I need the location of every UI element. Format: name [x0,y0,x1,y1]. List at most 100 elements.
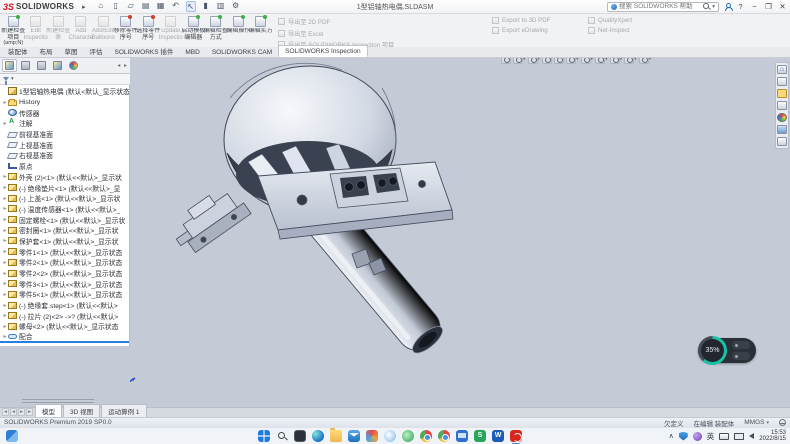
tree-item[interactable]: ▸ (-) 绝缘垫片<1> (默认<<默认>_显 [0,182,129,193]
panel-tab-scroll-arrows[interactable]: ◂ ▸ [117,62,128,69]
browser-icon[interactable] [438,430,450,442]
tree-item[interactable]: ▸ (-) 温度传感器<1> (默认<<默认>_ [0,204,129,215]
tree-item[interactable]: 上视基准面 [0,139,129,150]
word-icon[interactable]: W [492,430,504,442]
dropdown-caret-icon[interactable]: ▾ [605,58,608,62]
tree-item[interactable]: ▸ (-) 拉片 (2)<2> ->? (默认<<默认> [0,310,129,321]
view-palette-icon[interactable] [777,101,787,110]
design-library-icon[interactable] [777,77,787,86]
search-caret-icon[interactable]: ▾ [712,4,715,10]
displaymanager-tab[interactable] [66,59,81,72]
restore-button[interactable]: ❐ [764,2,773,11]
save-icon[interactable]: ▤ [141,1,151,12]
app-purple-icon[interactable] [693,432,702,441]
ribbon-button[interactable]: Update Inspection Project [160,15,183,46]
open-icon[interactable]: ▱ [126,1,136,12]
ribbon-tab[interactable]: SOLIDWORKS CAM [206,47,278,57]
propertymanager-tab[interactable] [18,59,33,72]
tree-item[interactable]: ▸ 密封圈<1> (默认<<默认>_显示状 [0,225,129,236]
percent-overlay-widget[interactable]: 35% [698,338,756,363]
tree-item[interactable]: ▸ History [0,97,129,108]
start-button[interactable] [258,430,270,442]
taskbar-clock[interactable]: 15:53 2022/8/15 [759,430,786,443]
print-icon[interactable]: ▦ [156,1,166,12]
display-style-icon[interactable] [581,58,591,64]
appearances-scenes-icon[interactable] [777,113,787,122]
file-explorer-icon[interactable] [330,430,342,442]
ribbon-tab[interactable]: 评估 [84,44,109,57]
dimxpertmanager-tab[interactable] [50,59,65,72]
solidworks-taskbar-icon[interactable] [510,430,522,442]
doc-tab-nav-arrow-icon[interactable]: ▸ [26,408,33,416]
options-gear-icon[interactable]: ⚙ [231,1,241,12]
search-icon[interactable] [703,3,710,10]
ribbon-tab[interactable]: MBD [179,47,205,57]
dropdown-caret-icon[interactable]: ▾ [591,58,594,62]
apply-scene-icon[interactable] [624,58,634,64]
tree-item[interactable]: ▸ (-) 绝缘套.step<1> (默认<<默认> [0,300,129,311]
ribbon-tab[interactable]: 布局 [34,44,59,57]
units-selector[interactable]: MMGS▾ [744,419,769,426]
onedrive-icon[interactable] [384,430,396,442]
tree-item[interactable]: 传感器 [0,107,129,118]
ribbon-tab[interactable]: SOLIDWORKS 插件 [109,44,180,57]
file-explorer-icon[interactable] [777,89,787,98]
view-orientation-icon[interactable] [566,58,576,64]
featuremanager-tab[interactable] [2,59,17,72]
task-view-button[interactable] [294,430,306,442]
help-search-box[interactable]: ▾ [607,2,719,12]
tree-item[interactable]: ▸ 保护套<1> (默认<<默认>_显示状 [0,236,129,247]
widget-button-bottom[interactable] [732,352,750,360]
ribbon-button[interactable]: 编辑检查方式 [205,15,228,46]
zoom-fit-icon[interactable] [501,58,511,64]
configurationmanager-tab[interactable] [34,59,49,72]
export-button[interactable]: QualityXpert [588,17,632,24]
filter-icon[interactable] [3,77,9,81]
chrome-icon[interactable] [420,430,432,442]
filter-caret-icon[interactable]: ▾ [11,76,14,82]
document-tab[interactable]: 3D 视图 [63,404,100,418]
remote-desktop-icon[interactable] [456,430,468,442]
tree-item[interactable]: ▸ 零件3<1> (默认<<默认>_显示状态 [0,278,129,289]
file-properties-icon[interactable]: ▥ [216,1,226,12]
new-document-icon[interactable]: ▯ [111,1,121,12]
solidworks-resources-icon[interactable]: ⌂ [777,65,787,74]
section-view-icon[interactable] [542,58,552,64]
widgets-button[interactable] [6,430,18,442]
export-button[interactable]: Export eDrawing [492,27,551,34]
export-button[interactable]: Net-Inspect [588,27,632,34]
ribbon-tab[interactable]: 草图 [59,44,84,57]
help-button[interactable]: ? [736,2,745,11]
ribbon-button[interactable]: 启动模板编辑器 [182,15,205,46]
search-button[interactable] [276,430,288,442]
dropdown-caret-icon[interactable]: ▾ [523,58,526,62]
tree-item[interactable]: ▸ 外壳 (2)<1> (默认<<默认>_显示状 [0,172,129,183]
ribbon-button[interactable]: Add/Edit Balloons [92,15,115,46]
tree-item[interactable]: ▸ 零件2<1> (默认<<默认>_显示状态 [0,257,129,268]
dropdown-caret-icon[interactable]: ▾ [634,58,637,62]
tree-item[interactable]: ▸ 零件1<1> (默认<<默认>_显示状态 [0,246,129,257]
volume-icon[interactable] [749,433,754,439]
doc-tab-nav-arrow-icon[interactable]: ▸ [18,408,25,416]
dropdown-caret-icon[interactable]: ▾ [649,58,652,62]
display-tray-icon[interactable] [734,433,744,440]
wps-icon[interactable]: S [474,430,486,442]
close-button[interactable]: ✕ [778,2,787,11]
minimize-button[interactable]: − [750,2,759,11]
tree-item[interactable]: ▸ 螺母<2> (默认<<默认>_显示状态 [0,321,129,332]
document-tab[interactable]: 运动算例 1 [101,404,146,418]
dynamic-annotation-icon[interactable] [554,58,564,64]
tree-item[interactable]: ▸ 零件5<1> (默认<<默认>_显示状态 [0,289,129,300]
widget-button-top[interactable] [732,341,750,349]
ribbon-button[interactable]: 新建检查表 [47,15,70,46]
tray-chevron-icon[interactable]: ∧ [669,432,674,440]
doc-tab-nav-arrow-icon[interactable]: ◂ [2,408,9,416]
tree-item[interactable]: ▸ 注解 [0,118,129,129]
export-button[interactable]: 导出至 Excel [278,29,394,38]
login-icon[interactable] [724,3,731,10]
view-settings-icon[interactable] [639,58,649,64]
ribbon-button[interactable]: 编辑操作 [227,15,250,46]
zoom-area-icon[interactable] [513,58,523,64]
ribbon-tab[interactable]: SOLIDWORKS Inspection [278,45,368,57]
document-tab[interactable]: 模型 [35,404,62,418]
